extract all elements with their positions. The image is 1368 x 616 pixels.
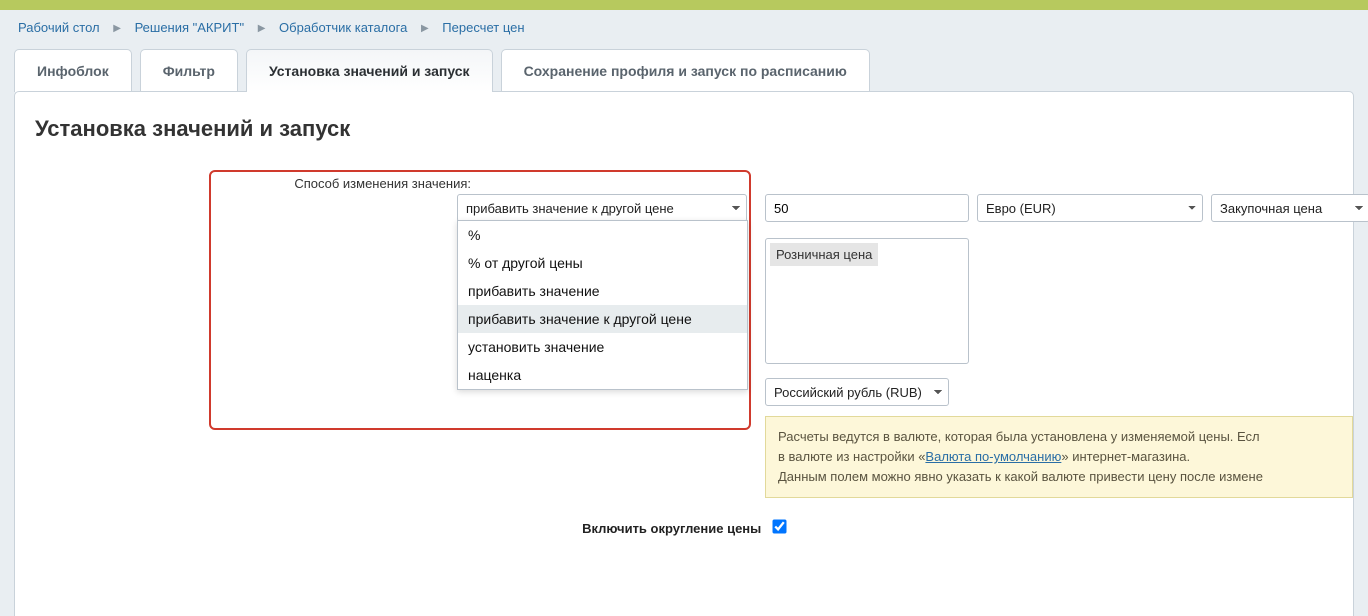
breadcrumb: Рабочий стол ▶ Решения "АКРИТ" ▶ Обработ… — [0, 10, 1368, 49]
method-select[interactable]: прибавить значение к другой цене — [457, 194, 747, 222]
chevron-right-icon: ▶ — [258, 23, 266, 34]
tab-save-profile[interactable]: Сохранение профиля и запуск по расписани… — [501, 49, 870, 92]
breadcrumb-item-0[interactable]: Рабочий стол — [18, 20, 100, 35]
note-text-3: Данным полем можно явно указать к какой … — [778, 469, 1263, 484]
method-option-set[interactable]: установить значение — [458, 333, 747, 361]
rounding-label: Включить округление цены — [582, 521, 761, 536]
method-dropdown[interactable]: % % от другой цены прибавить значение пр… — [457, 220, 748, 390]
method-option-percent[interactable]: % — [458, 221, 747, 249]
method-option-percent-other[interactable]: % от другой цены — [458, 249, 747, 277]
breadcrumb-item-1[interactable]: Решения "АКРИТ" — [135, 20, 245, 35]
rounding-row: Включить округление цены — [15, 520, 1353, 536]
tabs-bar: Инфоблок Фильтр Установка значений и зап… — [0, 49, 1368, 92]
note-text-1: Расчеты ведутся в валюте, которая была у… — [778, 429, 1260, 444]
tab-set-values[interactable]: Установка значений и запуск — [246, 49, 493, 92]
tab-infoblock[interactable]: Инфоблок — [14, 49, 132, 92]
currency-select[interactable]: Евро (EUR) — [977, 194, 1203, 222]
top-accent-bar — [0, 0, 1368, 10]
price-type-select[interactable]: Закупочная цена — [1211, 194, 1368, 222]
method-option-markup[interactable]: наценка — [458, 361, 747, 389]
page-title: Установка значений и запуск — [35, 116, 1333, 142]
breadcrumb-item-2[interactable]: Обработчик каталога — [279, 20, 407, 35]
method-option-add-other[interactable]: прибавить значение к другой цене — [458, 305, 747, 333]
rounding-checkbox[interactable] — [772, 519, 786, 533]
value-input[interactable] — [765, 194, 969, 222]
default-currency-link[interactable]: Валюта по-умолчанию — [925, 449, 1061, 464]
method-option-add[interactable]: прибавить значение — [458, 277, 747, 305]
result-currency-select[interactable]: Российский рубль (RUB) — [765, 378, 949, 406]
chevron-right-icon: ▶ — [421, 23, 429, 34]
note-text-2a: в валюте из настройки « — [778, 449, 925, 464]
target-price-listbox[interactable]: Розничная цена — [765, 238, 969, 364]
chevron-right-icon: ▶ — [113, 23, 121, 34]
method-label: Способ изменения значения: — [35, 170, 471, 191]
note-text-2b: » интернет-магазина. — [1061, 449, 1190, 464]
listbox-item-retail[interactable]: Розничная цена — [770, 243, 878, 266]
breadcrumb-item-3[interactable]: Пересчет цен — [442, 20, 524, 35]
tab-filter[interactable]: Фильтр — [140, 49, 238, 92]
info-note: Расчеты ведутся в валюте, которая была у… — [765, 416, 1353, 498]
main-panel: Установка значений и запуск Способ измен… — [14, 91, 1354, 616]
